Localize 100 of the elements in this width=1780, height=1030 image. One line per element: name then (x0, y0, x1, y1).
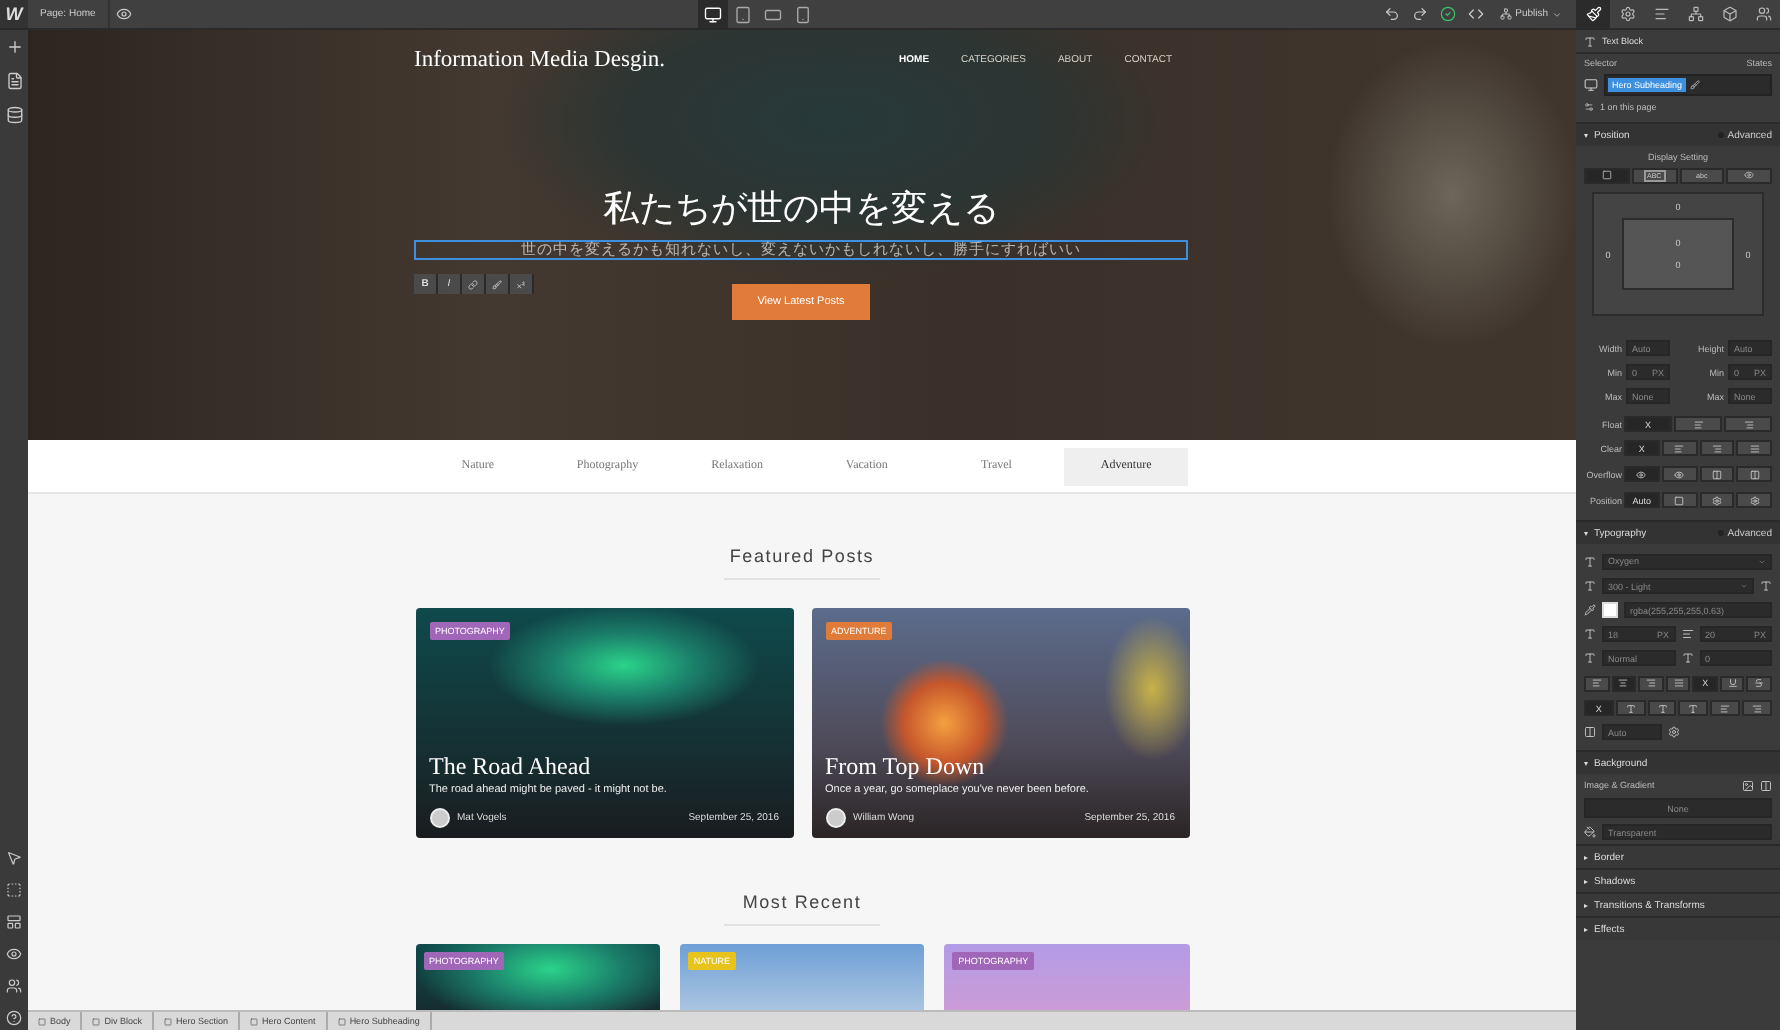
caret-icon (1552, 9, 1563, 19)
settings-icon[interactable] (1668, 726, 1680, 738)
selector-icon[interactable] (1584, 78, 1598, 92)
square-icon (337, 1017, 346, 1025)
align-left-icon (1720, 703, 1731, 713)
position-fixed-button[interactable] (1736, 492, 1772, 508)
direction-button[interactable] (1710, 700, 1741, 716)
columns-icon (1711, 469, 1722, 479)
clear-left-button[interactable] (1661, 440, 1697, 456)
uppercase-button[interactable] (1615, 700, 1646, 716)
undo-icon (1383, 6, 1400, 22)
color-picker-icon[interactable] (1584, 604, 1596, 616)
direction-button[interactable] (1742, 700, 1772, 716)
capitalize-button[interactable] (1647, 700, 1677, 716)
columns-icon (1584, 726, 1596, 738)
align-right-icon (1711, 443, 1722, 453)
align-justify-button[interactable] (1665, 675, 1691, 691)
section-title: Featured Posts (729, 544, 875, 568)
square-icon (38, 1017, 46, 1025)
underline-icon (1727, 678, 1738, 688)
superscript-icon (516, 279, 526, 289)
overflow-hidden-button[interactable] (1661, 466, 1697, 482)
eye-icon (1636, 469, 1647, 479)
brush-button[interactable] (486, 274, 510, 294)
app-logo[interactable]: W (0, 0, 28, 28)
users-icon[interactable] (6, 978, 22, 994)
clear-both-button[interactable] (1736, 440, 1772, 456)
preview-icon[interactable] (6, 946, 22, 962)
align-right-icon (1743, 419, 1753, 429)
position-relative-button[interactable] (1661, 492, 1697, 508)
align-left-icon (1693, 419, 1703, 429)
align-right-icon (1645, 678, 1656, 688)
square-icon (1674, 495, 1685, 505)
link-icon (468, 279, 478, 289)
post-title: From Top Down (825, 752, 985, 780)
position-absolute-button[interactable] (1699, 492, 1735, 508)
clear-right-button[interactable] (1699, 440, 1735, 456)
color-swatch[interactable] (1602, 602, 1618, 618)
style-panel-tab[interactable] (1576, 0, 1611, 28)
font-icon (1584, 555, 1596, 567)
pages-icon[interactable] (5, 72, 23, 90)
align-right-button[interactable] (1638, 675, 1664, 691)
overflow-scroll-button[interactable] (1699, 466, 1735, 482)
assets-icon (1721, 6, 1738, 22)
avatar (825, 808, 845, 828)
settings-icon (1619, 6, 1636, 22)
superscript-button[interactable] (510, 274, 534, 294)
help-icon[interactable] (6, 1010, 22, 1026)
avatar (429, 808, 449, 828)
brush-icon (1690, 80, 1701, 90)
text-icon (1625, 703, 1636, 713)
style-icon (1585, 6, 1602, 22)
align-center-button[interactable] (1611, 675, 1637, 691)
float-left-button[interactable] (1674, 416, 1722, 432)
select-icon[interactable] (6, 850, 22, 866)
desktop-view-button[interactable] (697, 0, 728, 28)
site-logo[interactable]: Information Media Desgin. (414, 48, 666, 72)
paint-bucket-icon (1584, 826, 1596, 838)
hero-heading: 私たちが世の中を変える (603, 186, 999, 234)
display-option[interactable] (1726, 167, 1772, 183)
square-icon (92, 1017, 101, 1025)
symbols-icon (1687, 6, 1704, 22)
columns-icon (1749, 469, 1760, 479)
tablet-icon (733, 5, 752, 23)
layout-icon[interactable] (6, 914, 22, 930)
network-icon (1499, 8, 1512, 20)
strikethrough-icon (1754, 678, 1765, 688)
block-icon (1601, 170, 1612, 180)
align-left-icon (1591, 678, 1602, 688)
underline-button[interactable] (1719, 675, 1745, 691)
redo-icon (1411, 6, 1428, 22)
database-icon[interactable] (5, 106, 23, 124)
phone-icon (793, 5, 812, 23)
add-icon[interactable] (5, 38, 23, 56)
image-icon[interactable] (1742, 779, 1754, 791)
align-left-button[interactable] (1584, 675, 1610, 691)
float-right-button[interactable] (1724, 416, 1772, 432)
post-title: The Road Ahead (429, 752, 591, 780)
eye-icon (115, 6, 132, 22)
landscape-icon (763, 5, 782, 23)
brush-icon (492, 279, 502, 289)
strikethrough-button[interactable] (1746, 675, 1773, 691)
overflow-auto-button[interactable] (1736, 466, 1772, 482)
text-block-icon (1584, 35, 1596, 47)
interactions-icon (1755, 6, 1772, 22)
square-icon (164, 1017, 173, 1025)
text-icon (1657, 703, 1668, 713)
check-circle-icon (1439, 6, 1456, 22)
square-icon (250, 1017, 259, 1025)
align-justify-icon (1749, 443, 1760, 453)
lowercase-button[interactable] (1678, 700, 1709, 716)
code-icon (1467, 6, 1484, 22)
display-option[interactable] (1584, 167, 1630, 183)
desktop-icon (703, 5, 722, 23)
text-icon (1688, 703, 1699, 713)
link-button[interactable] (462, 274, 486, 294)
overflow-visible-button[interactable] (1624, 466, 1660, 482)
navigator-icon (1653, 6, 1670, 22)
align-right-icon (1752, 703, 1763, 713)
align-justify-icon (1673, 678, 1684, 688)
